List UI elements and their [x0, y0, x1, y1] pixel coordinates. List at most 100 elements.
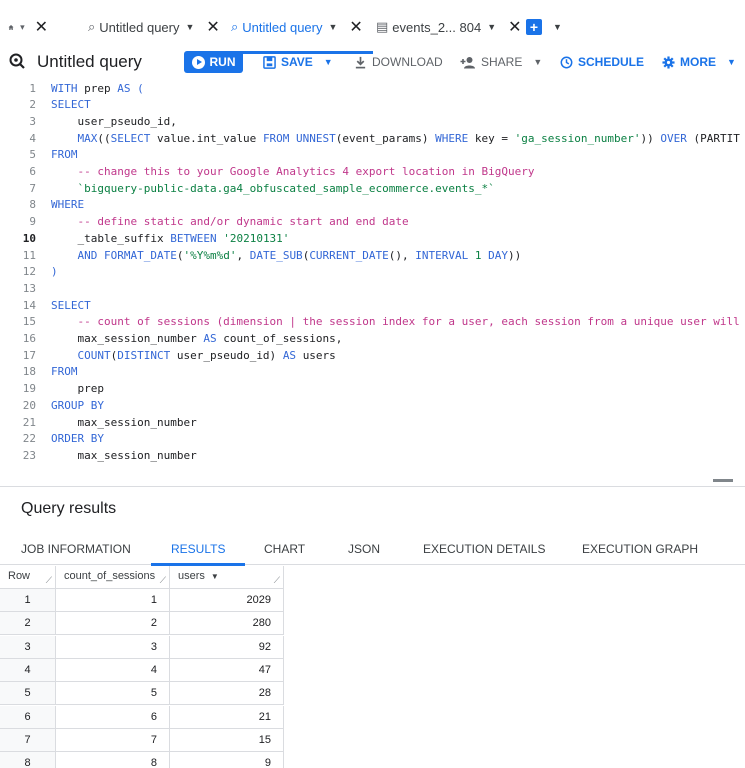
results-tab-execution-details[interactable]: EXECUTION DETAILS	[423, 533, 545, 565]
code-line[interactable]: 7 `bigquery-public-data.ga4_obfuscated_s…	[0, 180, 494, 196]
query-title[interactable]: Untitled query	[37, 52, 142, 72]
close-icon[interactable]: ✕	[508, 17, 521, 37]
table-cell[interactable]: 280	[170, 612, 284, 636]
code-token: INTERVAL	[415, 248, 475, 262]
row-number[interactable]: 5	[0, 682, 56, 706]
table-cell[interactable]: 4	[56, 658, 170, 682]
results-tab-job-information[interactable]: JOB INFORMATION	[21, 533, 131, 565]
row-number[interactable]: 1	[0, 589, 56, 612]
code-line[interactable]: 19 prep	[0, 381, 104, 397]
more-button[interactable]: MORE ▼	[662, 51, 736, 73]
code-line[interactable]: 2 SELECT	[0, 97, 90, 113]
code-line[interactable]: 14 SELECT	[0, 297, 91, 313]
resize-handle[interactable]	[713, 479, 733, 482]
code-line[interactable]: 6 -- change this to your Google Analytic…	[0, 164, 534, 180]
code-line[interactable]: 12)	[0, 264, 58, 280]
code-line[interactable]: 11 AND FORMAT_DATE('%Y%m%d', DATE_SUB(CU…	[0, 247, 522, 263]
code-token: key =	[474, 131, 515, 145]
code-token: (),	[388, 248, 416, 262]
code-line[interactable]: 9 -- define static and/or dynamic start …	[0, 214, 408, 230]
code-line[interactable]: 4 MAX((SELECT value.int_value FROM UNNES…	[0, 130, 739, 146]
row-number[interactable]: 6	[0, 705, 56, 729]
results-tab-execution-graph[interactable]: EXECUTION GRAPH	[582, 533, 698, 565]
code-token: '20210131'	[223, 231, 290, 245]
sql-editor[interactable]: 1 WITH prep AS (2 SELECT 3 user_pseudo_id, 4…	[0, 80, 745, 476]
code-token: ,	[236, 248, 250, 262]
close-icon[interactable]: ✕	[35, 17, 48, 37]
line-number: 10	[22, 231, 36, 245]
code-line[interactable]: 13	[0, 280, 36, 296]
table-cell[interactable]: 3	[56, 635, 170, 659]
code-text: COUNT(DISTINCT user_pseudo_id) AS users	[51, 348, 336, 362]
code-line[interactable]: 17 COUNT(DISTINCT user_pseudo_id) AS use…	[0, 347, 336, 363]
table-cell[interactable]: 5	[56, 682, 170, 706]
column-resize-icon[interactable]: ⟋	[274, 575, 280, 586]
table-cell[interactable]: 47	[170, 658, 284, 682]
table-cell[interactable]: 9	[170, 752, 284, 768]
code-text: FROM	[51, 148, 78, 161]
chevron-down-icon[interactable]: ▼	[329, 22, 338, 32]
table-cell[interactable]: 1	[56, 589, 170, 612]
line-number: 13	[22, 281, 36, 295]
code-line[interactable]: 21 max_session_number	[0, 414, 197, 430]
table-cell[interactable]: 92	[170, 635, 284, 659]
code-line[interactable]: 1 WITH prep AS (	[0, 80, 143, 96]
table-cell[interactable]: 8	[56, 752, 170, 768]
tab-label: Untitled query	[99, 19, 180, 35]
chevron-down-icon[interactable]: ▼	[487, 22, 496, 32]
table-cell[interactable]: 2029	[170, 589, 284, 612]
save-button[interactable]: SAVE ▼	[263, 51, 333, 73]
code-token: '%Y%m%d'	[183, 248, 237, 262]
table-cell[interactable]: 6	[56, 705, 170, 729]
close-icon[interactable]: ✕	[349, 17, 362, 37]
code-line[interactable]: 3 user_pseudo_id,	[0, 113, 176, 129]
code-text: MAX((SELECT value.int_value FROM UNNEST(…	[51, 131, 739, 145]
column-header-count-of-sessions[interactable]: count_of_sessions ⟋	[56, 566, 170, 589]
row-number[interactable]: 7	[0, 728, 56, 752]
results-tab-json[interactable]: JSON	[348, 533, 380, 565]
column-header-users[interactable]: users ▼ ⟋	[170, 566, 284, 589]
code-line[interactable]: 18 FROM	[0, 364, 78, 380]
results-tab-results[interactable]: RESULTS	[150, 533, 247, 566]
home-caret-icon[interactable]: ▾	[20, 22, 25, 33]
line-number: 11	[22, 248, 36, 262]
code-line[interactable]: 10 _table_suffix BETWEEN '20210131'	[0, 230, 290, 246]
table-cell[interactable]: 2	[56, 612, 170, 636]
table-cell[interactable]: 21	[170, 705, 284, 729]
code-token: AS	[203, 332, 224, 345]
table-cell[interactable]: 28	[170, 682, 284, 706]
line-number: 1	[29, 81, 36, 95]
code-token: AS	[117, 81, 131, 95]
column-header-row[interactable]: Row ⟋	[0, 566, 56, 589]
code-line[interactable]: 16 max_session_number AS count_of_sessio…	[0, 331, 343, 347]
plus-icon: +	[526, 19, 542, 35]
code-line[interactable]: 22 ORDER BY	[0, 431, 104, 447]
row-number[interactable]: 4	[0, 658, 56, 682]
sort-caret-icon[interactable]: ▼	[211, 572, 219, 581]
code-token: users	[302, 348, 336, 362]
share-button[interactable]: SHARE ▼	[460, 51, 542, 73]
code-line[interactable]: 5 FROM	[0, 147, 77, 163]
close-icon[interactable]: ✕	[206, 17, 219, 37]
code-line[interactable]: 23 max_session_number	[0, 447, 197, 463]
code-line[interactable]: 20 GROUP BY	[0, 397, 104, 413]
code-text: )	[51, 265, 58, 278]
row-number[interactable]: 3	[0, 635, 56, 659]
column-resize-icon[interactable]: ⟋	[160, 575, 166, 586]
code-line[interactable]: 15 -- count of sessions (dimension | the…	[0, 314, 740, 330]
table-cell[interactable]: 7	[56, 728, 170, 752]
column-resize-icon[interactable]: ⟋	[46, 575, 52, 586]
row-number[interactable]: 2	[0, 612, 56, 636]
results-tab-chart[interactable]: CHART	[264, 533, 305, 565]
row-number[interactable]: 8	[0, 752, 56, 768]
download-button[interactable]: DOWNLOAD	[354, 51, 443, 73]
schedule-button[interactable]: SCHEDULE	[560, 51, 644, 73]
table-cell[interactable]: 15	[170, 728, 284, 752]
code-line[interactable]: 8 WHERE	[0, 197, 84, 213]
chevron-down-icon[interactable]: ▼	[186, 22, 195, 32]
table-icon: ▤	[376, 19, 389, 34]
code-token: CURRENT_DATE	[309, 248, 389, 262]
code-token: user_pseudo_id,	[51, 114, 177, 128]
save-icon	[263, 55, 276, 69]
run-button[interactable]: RUN	[184, 51, 243, 73]
